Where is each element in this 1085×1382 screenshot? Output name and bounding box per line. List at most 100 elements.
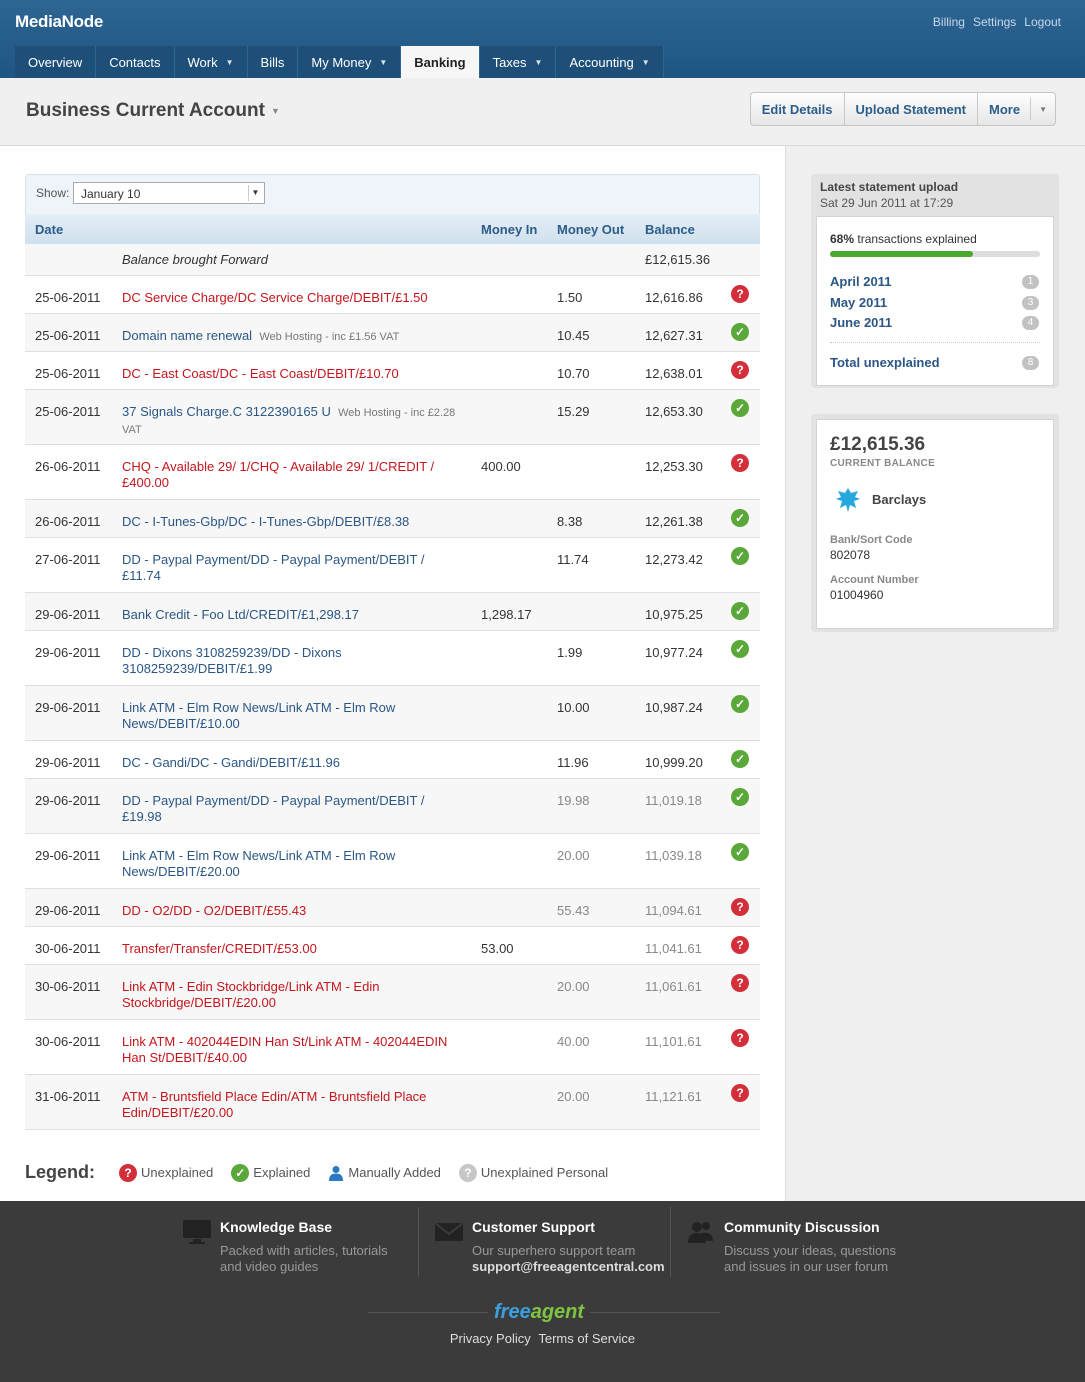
row-money-out: 20.00 bbox=[557, 979, 590, 994]
check-icon[interactable]: ✓ bbox=[731, 547, 749, 565]
privacy-policy-link[interactable]: Privacy Policy bbox=[450, 1331, 531, 1346]
tab-contacts[interactable]: Contacts bbox=[96, 46, 175, 78]
check-icon[interactable]: ✓ bbox=[731, 399, 749, 417]
question-icon[interactable]: ? bbox=[731, 898, 749, 916]
row-date: 29-06-2011 bbox=[35, 755, 101, 770]
footer-community[interactable]: Community Discussion Discuss your ideas,… bbox=[686, 1211, 916, 1281]
barclays-eagle-icon bbox=[836, 488, 860, 512]
table-row[interactable]: 29-06-2011 Link ATM - Elm Row News/Link A… bbox=[25, 834, 760, 889]
question-icon[interactable]: ? bbox=[731, 1084, 749, 1102]
header-money-out[interactable]: Money Out bbox=[557, 222, 624, 237]
tab-accounting[interactable]: Accounting ▼ bbox=[556, 46, 664, 78]
transaction-link[interactable]: DC - East Coast/DC - East Coast/DEBIT/£1… bbox=[122, 366, 399, 381]
billing-link[interactable]: Billing bbox=[933, 15, 965, 29]
transaction-link[interactable]: Domain name renewal bbox=[122, 328, 252, 343]
month-link-april[interactable]: April 2011 bbox=[830, 274, 891, 289]
check-icon[interactable]: ✓ bbox=[731, 750, 749, 768]
header-balance[interactable]: Balance bbox=[645, 222, 695, 237]
check-icon[interactable]: ✓ bbox=[731, 640, 749, 658]
table-row[interactable]: 25-06-2011 Domain name renewal Web Hostin… bbox=[25, 314, 760, 352]
transaction-link[interactable]: DD - Paypal Payment/DD - Paypal Payment/… bbox=[122, 793, 424, 824]
legend: Legend: ? Unexplained ✓ Explained Manually… bbox=[25, 1162, 626, 1183]
table-row[interactable]: 25-06-2011 DC - East Coast/DC - East Coas… bbox=[25, 352, 760, 390]
transaction-link[interactable]: Link ATM - Elm Row News/Link ATM - Elm R… bbox=[122, 848, 395, 879]
month-link-june[interactable]: June 2011 bbox=[830, 315, 892, 330]
transaction-link[interactable]: Link ATM - 402044EDIN Han St/Link ATM - … bbox=[122, 1034, 447, 1065]
legend-label: Manually Added bbox=[348, 1165, 441, 1180]
transaction-link[interactable]: DC Service Charge/DC Service Charge/DEBI… bbox=[122, 290, 428, 305]
table-row[interactable]: 26-06-2011 CHQ - Available 29/ 1/CHQ - Av… bbox=[25, 445, 760, 500]
top-links: Billing Settings Logout bbox=[933, 15, 1061, 29]
count-badge: 1 bbox=[1022, 275, 1039, 289]
row-balance: 12,627.31 bbox=[645, 328, 703, 343]
question-icon[interactable]: ? bbox=[731, 936, 749, 954]
logout-link[interactable]: Logout bbox=[1024, 15, 1061, 29]
header-money-in[interactable]: Money In bbox=[481, 222, 537, 237]
table-row[interactable]: 31-06-2011 ATM - Bruntsfield Place Edin/A… bbox=[25, 1075, 760, 1130]
check-icon[interactable]: ✓ bbox=[731, 843, 749, 861]
table-row[interactable]: 29-06-2011 Bank Credit - Foo Ltd/CREDIT/£… bbox=[25, 593, 760, 631]
question-icon[interactable]: ? bbox=[731, 1029, 749, 1047]
check-icon[interactable]: ✓ bbox=[731, 695, 749, 713]
question-icon[interactable]: ? bbox=[731, 361, 749, 379]
tab-overview[interactable]: Overview bbox=[15, 46, 97, 78]
settings-link[interactable]: Settings bbox=[973, 15, 1016, 29]
transaction-link[interactable]: ATM - Bruntsfield Place Edin/ATM - Brunt… bbox=[122, 1089, 426, 1120]
edit-details-button[interactable]: Edit Details bbox=[751, 93, 845, 125]
footer-line: Our superhero support team bbox=[472, 1243, 636, 1258]
transaction-link[interactable]: CHQ - Available 29/ 1/CHQ - Available 29… bbox=[122, 459, 434, 490]
upload-statement-button[interactable]: Upload Statement bbox=[845, 93, 979, 125]
transaction-link[interactable]: DC - I-Tunes-Gbp/DC - I-Tunes-Gbp/DEBIT/… bbox=[122, 514, 409, 529]
transaction-link[interactable]: Bank Credit - Foo Ltd/CREDIT/£1,298.17 bbox=[122, 607, 359, 622]
transaction-link[interactable]: DD - O2/DD - O2/DEBIT/£55.43 bbox=[122, 903, 306, 918]
more-button[interactable]: More ▼ bbox=[978, 93, 1055, 125]
footer-knowledge-base[interactable]: Knowledge Base Packed with articles, tut… bbox=[182, 1211, 412, 1281]
table-row[interactable]: 29-06-2011 DD - Dixons 3108259239/DD - Di… bbox=[25, 631, 760, 686]
tab-banking[interactable]: Banking bbox=[401, 46, 480, 78]
table-row[interactable]: 29-06-2011 Link ATM - Elm Row News/Link A… bbox=[25, 686, 760, 741]
check-icon[interactable]: ✓ bbox=[731, 602, 749, 620]
brand-name[interactable]: MediaNode bbox=[15, 12, 103, 32]
tab-work[interactable]: Work ▼ bbox=[174, 46, 248, 78]
check-icon[interactable]: ✓ bbox=[731, 323, 749, 341]
row-money-out: 10.00 bbox=[557, 700, 590, 715]
header-date[interactable]: Date bbox=[35, 222, 63, 237]
table-row[interactable]: 30-06-2011 Link ATM - 402044EDIN Han St/L… bbox=[25, 1020, 760, 1075]
table-row[interactable]: 29-06-2011 DD - O2/DD - O2/DEBIT/£55.43 55… bbox=[25, 889, 760, 927]
row-date: 25-06-2011 bbox=[35, 328, 101, 343]
check-icon[interactable]: ✓ bbox=[731, 788, 749, 806]
question-icon[interactable]: ? bbox=[731, 454, 749, 472]
footer-customer-support[interactable]: Customer Support Our superhero support t… bbox=[434, 1211, 665, 1281]
freeagent-logo[interactable]: freeagent bbox=[488, 1301, 591, 1324]
table-row[interactable]: 25-06-2011 37 Signals Charge.C 3122390165… bbox=[25, 390, 760, 445]
row-description: ATM - Bruntsfield Place Edin/ATM - Brunt… bbox=[122, 1089, 462, 1121]
table-row[interactable]: 29-06-2011 DD - Paypal Payment/DD - Paypa… bbox=[25, 779, 760, 834]
tab-label: Banking bbox=[414, 54, 466, 70]
question-icon[interactable]: ? bbox=[731, 285, 749, 303]
transaction-link[interactable]: 37 Signals Charge.C 3122390165 U bbox=[122, 404, 331, 419]
question-icon[interactable]: ? bbox=[731, 974, 749, 992]
terms-of-service-link[interactable]: Terms of Service bbox=[538, 1331, 635, 1346]
total-unexplained-link[interactable]: Total unexplained bbox=[830, 355, 940, 370]
check-icon[interactable]: ✓ bbox=[731, 509, 749, 527]
transaction-link[interactable]: Link ATM - Elm Row News/Link ATM - Elm R… bbox=[122, 700, 395, 731]
table-row[interactable]: 26-06-2011 DC - I-Tunes-Gbp/DC - I-Tunes-… bbox=[25, 500, 760, 538]
table-row[interactable]: 27-06-2011 DD - Paypal Payment/DD - Paypa… bbox=[25, 538, 760, 593]
tab-bills[interactable]: Bills bbox=[247, 46, 299, 78]
month-link-may[interactable]: May 2011 bbox=[830, 295, 887, 310]
account-selector[interactable]: Business Current Account ▼ bbox=[26, 100, 280, 122]
transaction-link[interactable]: DD - Paypal Payment/DD - Paypal Payment/… bbox=[122, 552, 424, 583]
tab-taxes[interactable]: Taxes ▼ bbox=[479, 46, 557, 78]
transaction-link[interactable]: DC - Gandi/DC - Gandi/DEBIT/£11.96 bbox=[122, 755, 340, 770]
table-row[interactable]: 29-06-2011 DC - Gandi/DC - Gandi/DEBIT/£1… bbox=[25, 741, 760, 779]
table-row[interactable]: 25-06-2011 DC Service Charge/DC Service C… bbox=[25, 276, 760, 314]
month-select[interactable]: January 10 ▼ bbox=[73, 182, 265, 204]
support-email-link[interactable]: support@freeagentcentral.com bbox=[472, 1259, 672, 1275]
tab-my-money[interactable]: My Money ▼ bbox=[298, 46, 402, 78]
table-row[interactable]: Balance brought Forward £12,615.36 bbox=[25, 244, 760, 276]
table-row[interactable]: 30-06-2011 Transfer/Transfer/CREDIT/£53.0… bbox=[25, 927, 760, 965]
transaction-link[interactable]: DD - Dixons 3108259239/DD - Dixons 31082… bbox=[122, 645, 342, 676]
transaction-link[interactable]: Transfer/Transfer/CREDIT/£53.00 bbox=[122, 941, 317, 956]
table-row[interactable]: 30-06-2011 Link ATM - Edin Stockbridge/Li… bbox=[25, 965, 760, 1020]
transaction-link[interactable]: Link ATM - Edin Stockbridge/Link ATM - E… bbox=[122, 979, 379, 1010]
